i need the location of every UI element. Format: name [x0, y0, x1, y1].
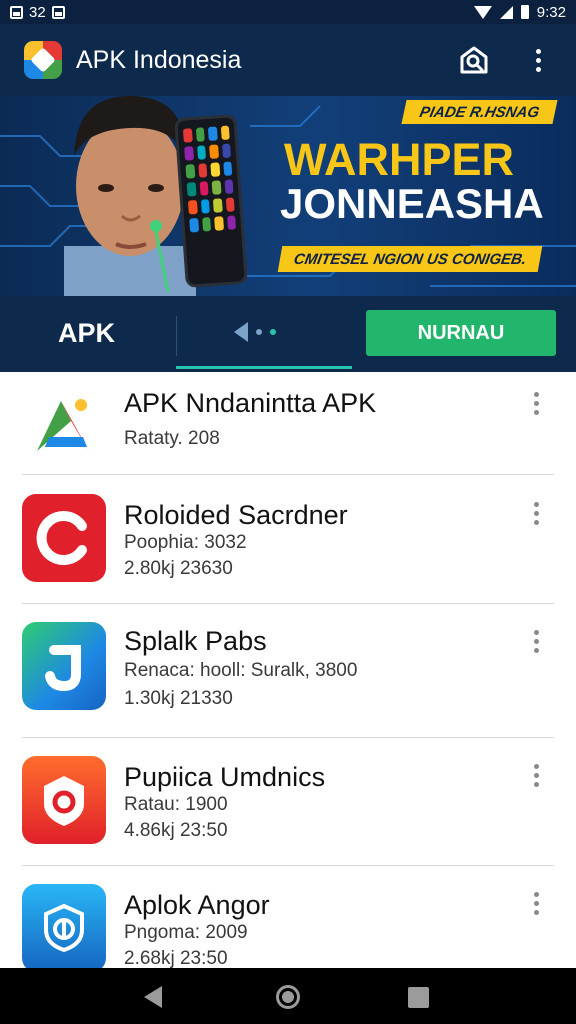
app-meta-1: Ratau: 1900 — [124, 794, 228, 815]
app-meta-1: Poophia: 3032 — [124, 532, 247, 553]
app-bar: APK Indonesia — [0, 24, 576, 96]
divider — [22, 474, 554, 475]
back-icon[interactable] — [144, 986, 162, 1008]
system-nav-bar — [0, 968, 576, 1024]
status-left-text: 32 — [29, 3, 46, 21]
promo-banner[interactable]: PIADE R.HSNAG WARHPER JONNEASHA CMITESEL… — [0, 96, 576, 296]
banner-subtitle: CMITESEL NGION US CONIGEB. — [277, 246, 543, 272]
banner-headline-1: WARHPER — [284, 134, 515, 185]
wifi-icon — [473, 5, 492, 19]
app-rating: Rataty. 208 — [124, 428, 220, 449]
list-item[interactable]: Splalk Pabs Renaca: hooll: Suralk, 3800 … — [0, 604, 576, 738]
search-button[interactable] — [456, 42, 492, 78]
more-vert-icon[interactable] — [534, 892, 539, 915]
blue-shield-icon — [22, 884, 106, 968]
app-meta-2: 2.80kj 23630 — [124, 558, 233, 579]
more-vert-icon[interactable] — [534, 392, 539, 415]
screen: 32 9:32 APK Indonesia PIADE R.HSNAG WARH… — [0, 0, 576, 1024]
signal-icon — [499, 5, 513, 19]
page-dot — [256, 329, 262, 335]
app-name: Aplok Angor — [124, 890, 270, 920]
app-name: Splalk Pabs — [124, 626, 267, 656]
gallery-icon — [10, 5, 23, 19]
search-icon — [460, 46, 488, 74]
status-time: 9:32 — [536, 3, 566, 21]
app-meta-1: Pngoma: 2009 — [124, 922, 248, 943]
app-title: APK Indonesia — [76, 45, 242, 74]
app-logo-icon — [24, 41, 62, 79]
app-name: Roloided Sacrdner — [124, 500, 348, 530]
red-shield-icon — [22, 756, 106, 844]
tab-apk[interactable]: APK — [58, 318, 115, 349]
app-meta-2: 4.86kj 23:50 — [124, 820, 228, 841]
more-vert-icon[interactable] — [534, 630, 539, 653]
more-vert-icon[interactable] — [534, 764, 539, 787]
list-item[interactable]: Roloided Sacrdner Poophia: 3032 2.80kj 2… — [0, 476, 576, 604]
app-meta-2: 2.68kj 23:50 — [124, 948, 228, 968]
app-meta-2: 1.30kj 21330 — [124, 688, 233, 709]
status-bar: 32 9:32 — [0, 0, 576, 24]
blue-j-icon — [22, 622, 106, 710]
list-item[interactable]: APK Nndanintta APK Rataty. 208 — [0, 372, 576, 476]
banner-headline-2: JONNEASHA — [280, 180, 544, 227]
smartphone-illustration — [174, 114, 248, 288]
more-vert-icon — [535, 48, 541, 72]
list-item[interactable]: Aplok Angor Pngoma: 2009 2.68kj 23:50 — [0, 866, 576, 968]
app-name: Pupiica Umdnics — [124, 762, 326, 792]
overflow-menu-button[interactable] — [520, 42, 556, 78]
list-item[interactable]: Pupiica Umdnics Ratau: 1900 4.86kj 23:50 — [0, 738, 576, 866]
green-action-button[interactable]: NURNAU — [366, 310, 556, 356]
more-vert-icon[interactable] — [534, 502, 539, 525]
red-c-icon — [22, 494, 106, 582]
colorful-a-icon — [22, 380, 106, 468]
page-dot-active — [270, 329, 276, 335]
recents-icon[interactable] — [408, 987, 429, 1008]
tab-indicator — [176, 366, 352, 369]
photo-icon — [51, 5, 65, 19]
app-name: APK Nndanintta APK — [124, 388, 377, 418]
tab-pager[interactable] — [234, 322, 276, 342]
banner-tag: PIADE R.HSNAG — [401, 100, 558, 124]
home-icon[interactable] — [276, 985, 300, 1009]
battery-icon — [520, 5, 529, 19]
tab-divider — [176, 316, 177, 356]
tab-bar: APK NURNAU — [0, 296, 576, 372]
app-meta-1: Renaca: hooll: Suralk, 3800 — [124, 660, 358, 681]
arrow-left-icon — [234, 322, 248, 342]
app-list: APK Nndanintta APK Rataty. 208 Roloided … — [0, 372, 576, 968]
